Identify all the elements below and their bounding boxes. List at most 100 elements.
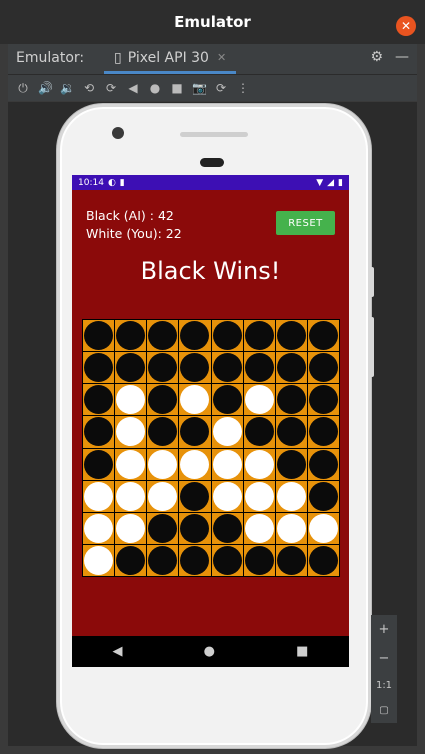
board-cell[interactable] xyxy=(211,448,243,480)
board-cell[interactable] xyxy=(211,544,243,576)
more-icon[interactable]: ⋮ xyxy=(236,81,250,95)
board-cell[interactable] xyxy=(243,384,275,416)
board-cell[interactable] xyxy=(179,448,211,480)
zoom-out-button[interactable]: − xyxy=(379,651,390,666)
board-cell[interactable] xyxy=(83,512,115,544)
board-cell[interactable] xyxy=(147,352,179,384)
board-cell[interactable] xyxy=(83,320,115,352)
zoom-in-button[interactable]: + xyxy=(379,622,390,637)
board-cell[interactable] xyxy=(307,352,339,384)
nav-recents-icon[interactable]: ■ xyxy=(296,644,308,659)
minimize-icon[interactable]: — xyxy=(395,49,409,65)
board-cell[interactable] xyxy=(83,352,115,384)
board-cell[interactable] xyxy=(243,512,275,544)
white-disc xyxy=(244,449,274,479)
volume-down-icon[interactable]: 🔉 xyxy=(60,81,75,95)
board-cell[interactable] xyxy=(211,416,243,448)
board-cell[interactable] xyxy=(275,416,307,448)
volume-side-button[interactable] xyxy=(370,317,374,377)
black-disc xyxy=(148,513,178,543)
board-cell[interactable] xyxy=(179,352,211,384)
board-cell[interactable] xyxy=(115,320,147,352)
board-cell[interactable] xyxy=(243,480,275,512)
zoom-one-to-one-button[interactable]: 1:1 xyxy=(376,680,392,691)
board-cell[interactable] xyxy=(307,320,339,352)
board-cell[interactable] xyxy=(115,480,147,512)
board-cell[interactable] xyxy=(115,512,147,544)
black-disc xyxy=(84,385,114,415)
board-cell[interactable] xyxy=(275,448,307,480)
fit-screen-icon[interactable]: ▢ xyxy=(379,705,388,716)
board-cell[interactable] xyxy=(307,480,339,512)
board-cell[interactable] xyxy=(275,320,307,352)
board-cell[interactable] xyxy=(115,544,147,576)
power-icon[interactable]: ⏻ xyxy=(16,81,30,96)
board-cell[interactable] xyxy=(147,320,179,352)
white-disc xyxy=(84,545,114,575)
board-cell[interactable] xyxy=(275,544,307,576)
board-cell[interactable] xyxy=(275,352,307,384)
board-cell[interactable] xyxy=(83,448,115,480)
board-cell[interactable] xyxy=(83,544,115,576)
white-disc xyxy=(116,417,146,447)
back-icon[interactable]: ◀ xyxy=(126,81,140,95)
board-cell[interactable] xyxy=(147,480,179,512)
board-cell[interactable] xyxy=(211,320,243,352)
white-disc xyxy=(116,385,146,415)
board-cell[interactable] xyxy=(179,416,211,448)
board-cell[interactable] xyxy=(147,512,179,544)
board-cell[interactable] xyxy=(83,480,115,512)
rotate-left-icon[interactable]: ⟲ xyxy=(82,81,96,95)
board-cell[interactable] xyxy=(307,448,339,480)
board-cell[interactable] xyxy=(307,416,339,448)
board-cell[interactable] xyxy=(83,416,115,448)
nav-home-icon[interactable]: ● xyxy=(204,644,215,659)
board-cell[interactable] xyxy=(147,448,179,480)
board-cell[interactable] xyxy=(179,384,211,416)
rotate-right-icon[interactable]: ⟳ xyxy=(104,81,118,95)
board-cell[interactable] xyxy=(147,544,179,576)
board-cell[interactable] xyxy=(115,352,147,384)
black-disc xyxy=(148,545,178,575)
board-cell[interactable] xyxy=(211,384,243,416)
board-cell[interactable] xyxy=(179,320,211,352)
black-disc xyxy=(308,417,338,447)
board-cell[interactable] xyxy=(115,384,147,416)
board-cell[interactable] xyxy=(243,544,275,576)
close-icon[interactable]: ✕ xyxy=(396,16,416,36)
gear-icon[interactable]: ⚙ xyxy=(370,49,383,65)
reset-button[interactable]: RESET xyxy=(276,211,335,235)
board-cell[interactable] xyxy=(211,352,243,384)
board-cell[interactable] xyxy=(275,480,307,512)
board-cell[interactable] xyxy=(275,384,307,416)
board-cell[interactable] xyxy=(211,480,243,512)
tab-close-icon[interactable]: ✕ xyxy=(217,51,226,64)
board-cell[interactable] xyxy=(307,544,339,576)
board-cell[interactable] xyxy=(179,544,211,576)
board-cell[interactable] xyxy=(275,512,307,544)
wifi-icon: ▼ xyxy=(316,177,324,188)
camera-icon[interactable]: 📷 xyxy=(192,81,207,95)
board-cell[interactable] xyxy=(211,512,243,544)
board-cell[interactable] xyxy=(307,384,339,416)
power-side-button[interactable] xyxy=(370,267,374,297)
overview-icon[interactable]: ■ xyxy=(170,81,184,95)
board-cell[interactable] xyxy=(243,416,275,448)
board-cell[interactable] xyxy=(243,320,275,352)
nav-back-icon[interactable]: ◀ xyxy=(113,644,123,659)
snapshot-icon[interactable]: ⟳ xyxy=(214,81,228,95)
board-cell[interactable] xyxy=(147,384,179,416)
board-cell[interactable] xyxy=(179,512,211,544)
board-cell[interactable] xyxy=(307,512,339,544)
board-cell[interactable] xyxy=(243,352,275,384)
board-cell[interactable] xyxy=(179,480,211,512)
board-cell[interactable] xyxy=(147,416,179,448)
black-disc xyxy=(244,545,274,575)
home-icon[interactable]: ● xyxy=(148,81,162,95)
board-cell[interactable] xyxy=(243,448,275,480)
tab-pixel-api-30[interactable]: ▯ Pixel API 30 ✕ xyxy=(104,44,236,74)
board-cell[interactable] xyxy=(83,384,115,416)
board-cell[interactable] xyxy=(115,448,147,480)
board-cell[interactable] xyxy=(115,416,147,448)
volume-up-icon[interactable]: 🔊 xyxy=(38,81,53,95)
